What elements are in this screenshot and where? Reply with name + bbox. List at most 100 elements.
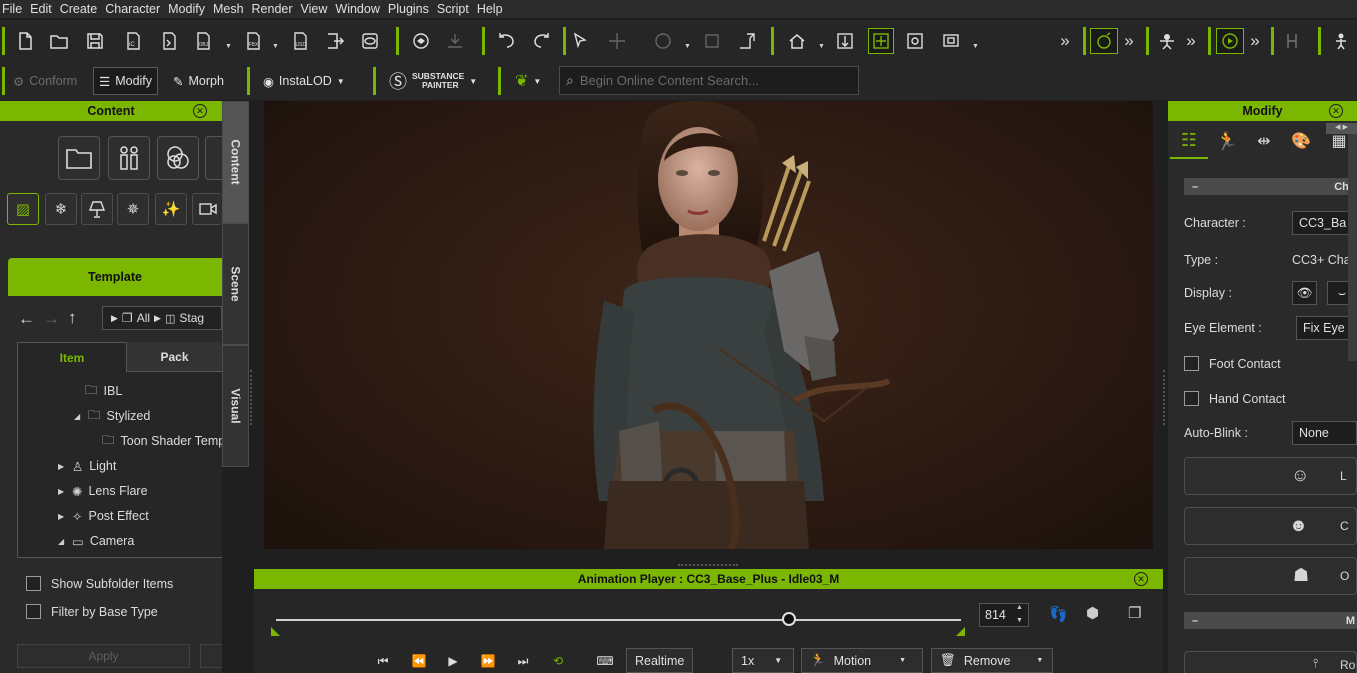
- actor-button[interactable]: [108, 136, 150, 180]
- cube-icon[interactable]: ⬢: [1086, 604, 1099, 622]
- camera-button[interactable]: [192, 193, 222, 225]
- tab-item[interactable]: Item: [17, 342, 127, 372]
- character-button[interactable]: ☻ C: [1184, 507, 1357, 545]
- filter-base-checkbox[interactable]: [26, 604, 41, 619]
- character-section-header[interactable]: – Cha: [1184, 178, 1357, 195]
- select-arrow-icon[interactable]: [570, 30, 592, 52]
- more-icon[interactable]: »: [1244, 30, 1266, 52]
- 3d-viewport[interactable]: [264, 101, 1153, 549]
- new-file-icon[interactable]: [14, 30, 36, 52]
- chevron-down-icon[interactable]: ▼: [972, 43, 979, 50]
- chevron-down-icon[interactable]: ▼: [225, 43, 232, 50]
- menu-modify[interactable]: Modify: [168, 2, 213, 16]
- show-subfolder-checkbox[interactable]: [26, 576, 41, 591]
- focus-icon[interactable]: [868, 28, 894, 54]
- undo-icon[interactable]: [496, 30, 518, 52]
- menu-plugins[interactable]: Plugins: [388, 2, 437, 16]
- render-preview-icon[interactable]: [359, 30, 381, 52]
- range-start-marker[interactable]: [271, 627, 280, 636]
- next-frame-icon[interactable]: ⏩: [479, 653, 497, 669]
- motion-section-header[interactable]: – M: [1184, 612, 1357, 629]
- more-icon[interactable]: »: [1180, 30, 1202, 52]
- save-icon[interactable]: [84, 30, 106, 52]
- look-at-button[interactable]: ☺ L: [1184, 457, 1357, 495]
- frame-spinner[interactable]: ▲ ▼: [1016, 601, 1023, 627]
- realtime-button[interactable]: Realtime: [626, 648, 694, 673]
- first-frame-icon[interactable]: ⏮: [374, 653, 392, 669]
- play-icon[interactable]: ▶: [444, 653, 462, 669]
- keyboard-icon[interactable]: ⌨: [596, 653, 614, 669]
- atmosphere-button[interactable]: ❄: [45, 193, 77, 225]
- import-obj-icon[interactable]: OBJ: [192, 30, 214, 52]
- materials-button[interactable]: [157, 136, 199, 180]
- hand-contact-checkbox[interactable]: [1184, 391, 1199, 406]
- play-mode-icon[interactable]: [1216, 28, 1244, 54]
- breadcrumb-all[interactable]: All: [137, 311, 150, 325]
- expanded-icon[interactable]: ◢: [58, 537, 66, 546]
- modify-button[interactable]: ☰ Modify: [93, 67, 159, 95]
- outfit-button[interactable]: ☗ O: [1184, 557, 1357, 595]
- tab-motion[interactable]: 🏃: [1208, 123, 1246, 159]
- more-icon[interactable]: »: [1118, 30, 1140, 52]
- search-input[interactable]: [579, 73, 850, 88]
- motion-button[interactable]: 🏃 Motion ▼: [801, 648, 923, 673]
- resize-handle[interactable]: [678, 564, 738, 567]
- instalod-button[interactable]: ◉ InstaLOD ▼: [258, 67, 350, 95]
- redo-icon[interactable]: [530, 30, 552, 52]
- show-subfolder-option[interactable]: Show Subfolder Items: [26, 576, 173, 591]
- collapsed-icon[interactable]: ▶: [58, 512, 66, 521]
- timeline-playhead[interactable]: [781, 612, 796, 626]
- resize-handle[interactable]: [1163, 370, 1166, 425]
- open-folder-icon[interactable]: [48, 30, 70, 52]
- import-icon[interactable]: iC: [122, 30, 144, 52]
- export-fbx-icon[interactable]: FBX: [242, 30, 264, 52]
- timeline-track[interactable]: [276, 619, 961, 621]
- motion-pilot-icon[interactable]: [1090, 28, 1118, 54]
- import-fbx-icon[interactable]: [158, 30, 180, 52]
- pivot-icon[interactable]: [736, 30, 758, 52]
- scrollbar[interactable]: [1348, 126, 1357, 361]
- frame-selected-icon[interactable]: [904, 30, 926, 52]
- tree-item[interactable]: ◢ ▭ Camera: [58, 531, 134, 551]
- footstep-icon[interactable]: 👣: [1049, 605, 1068, 623]
- post-effect-button[interactable]: ✨: [155, 193, 187, 225]
- screen-icon[interactable]: [940, 30, 962, 52]
- plugin-button[interactable]: ❦ ▼: [510, 67, 546, 95]
- tree-item[interactable]: ▶ ✧ Post Effect: [58, 506, 149, 526]
- root-button[interactable]: ⫯ Ro: [1184, 651, 1357, 673]
- tab-pack[interactable]: Pack: [127, 342, 222, 372]
- menu-render[interactable]: Render: [252, 2, 301, 16]
- breadcrumb[interactable]: ▶ ❐ All ▶ ◫ Stag: [102, 306, 222, 330]
- tree-item[interactable]: ◢ 🗀 Stylized: [74, 406, 150, 426]
- side-tab-visual[interactable]: Visual: [222, 345, 249, 467]
- foot-contact-checkbox[interactable]: [1184, 356, 1199, 371]
- menu-window[interactable]: Window: [335, 2, 387, 16]
- tree-item[interactable]: ▶ ♙ Light: [58, 456, 116, 476]
- up-arrow-icon[interactable]: ↑: [68, 308, 77, 328]
- foot-contact-option[interactable]: Foot Contact: [1184, 356, 1281, 371]
- morph-button[interactable]: ✎ Morph: [168, 67, 229, 95]
- hand-contact-option[interactable]: Hand Contact: [1184, 391, 1285, 406]
- speed-select[interactable]: 1x ▼: [732, 648, 794, 673]
- image-template-button[interactable]: ▨: [7, 193, 39, 225]
- close-icon[interactable]: ✕: [1134, 572, 1148, 586]
- tab-attributes[interactable]: ☷: [1170, 123, 1208, 159]
- fit-view-icon[interactable]: [834, 30, 856, 52]
- content-search[interactable]: ⌕: [559, 66, 859, 95]
- chevron-down-icon[interactable]: ▼: [684, 43, 691, 50]
- resize-handle[interactable]: [250, 370, 253, 425]
- close-icon[interactable]: ✕: [193, 104, 207, 118]
- folder-button[interactable]: [58, 136, 100, 180]
- loop-icon[interactable]: ⟲: [549, 653, 567, 669]
- menu-mesh[interactable]: Mesh: [213, 2, 252, 16]
- tree-item[interactable]: 🗀 Toon Shader Temp: [102, 431, 222, 451]
- menu-view[interactable]: View: [301, 2, 336, 16]
- tree-item[interactable]: ▶ ✺ Lens Flare: [58, 481, 148, 501]
- menu-help[interactable]: Help: [477, 2, 511, 16]
- export-icon[interactable]: [324, 30, 346, 52]
- auto-blink-select[interactable]: None: [1292, 421, 1357, 445]
- chevron-down-icon[interactable]: ▼: [272, 43, 279, 50]
- export-usd-icon[interactable]: USD: [289, 30, 311, 52]
- close-icon[interactable]: ✕: [1329, 104, 1343, 118]
- chevron-down-icon[interactable]: ▼: [818, 43, 825, 50]
